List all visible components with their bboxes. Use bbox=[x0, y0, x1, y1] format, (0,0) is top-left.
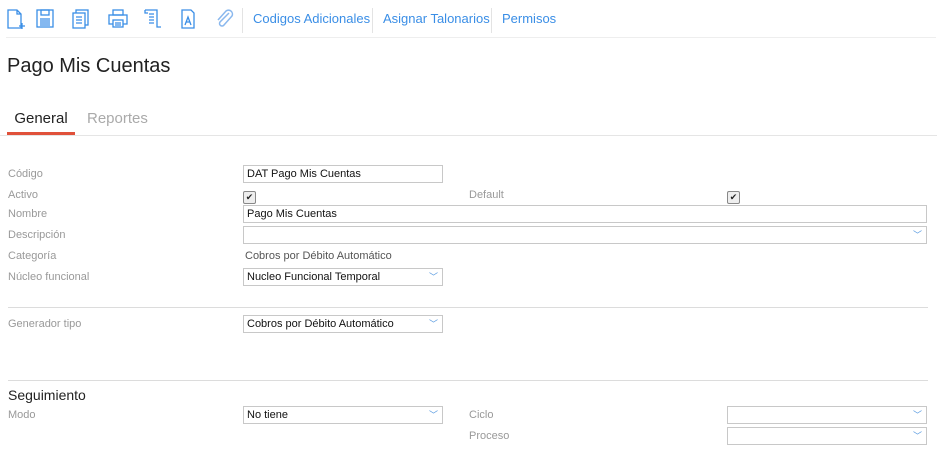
generador-select[interactable]: Cobros por Débito Automático ﹀ bbox=[243, 315, 443, 333]
nombre-label: Nombre bbox=[8, 208, 48, 220]
chevron-down-icon: ﹀ bbox=[912, 410, 922, 420]
generador-label: Generador tipo bbox=[8, 318, 82, 330]
paperclip-icon[interactable] bbox=[214, 8, 236, 30]
default-label: Default bbox=[469, 189, 504, 201]
divider bbox=[372, 8, 373, 33]
descripcion-label: Descripción bbox=[8, 229, 66, 241]
nucleo-label: Núcleo funcional bbox=[8, 271, 90, 283]
page-title: Pago Mis Cuentas bbox=[7, 55, 171, 77]
chevron-down-icon: ﹀ bbox=[428, 410, 438, 420]
ciclo-label: Ciclo bbox=[469, 409, 494, 421]
categoria-label: Categoría bbox=[8, 250, 57, 262]
asignar-talonarios-link[interactable]: Asignar Talonarios bbox=[383, 11, 490, 26]
descripcion-select[interactable]: ﹀ bbox=[243, 226, 927, 244]
modo-select[interactable]: No tiene ﹀ bbox=[243, 406, 443, 424]
codigos-adicionales-link[interactable]: Codigos Adicionales bbox=[253, 11, 370, 26]
chevron-down-icon: ﹀ bbox=[428, 319, 438, 329]
nucleo-select[interactable]: Nucleo Funcional Temporal ﹀ bbox=[243, 268, 443, 286]
generador-value: Cobros por Débito Automático bbox=[247, 318, 394, 330]
categoria-value: Cobros por Débito Automático bbox=[245, 250, 392, 262]
modo-label: Modo bbox=[8, 409, 36, 421]
nucleo-value: Nucleo Funcional Temporal bbox=[247, 271, 381, 283]
codigo-input[interactable]: DAT Pago Mis Cuentas bbox=[243, 165, 443, 183]
tab-general[interactable]: General bbox=[7, 110, 75, 127]
save-icon[interactable] bbox=[35, 8, 57, 30]
new-document-icon[interactable] bbox=[6, 8, 28, 30]
activo-label: Activo bbox=[8, 189, 38, 201]
modo-value: No tiene bbox=[247, 409, 288, 421]
nombre-input[interactable]: Pago Mis Cuentas bbox=[243, 205, 927, 223]
font-document-icon[interactable] bbox=[178, 8, 200, 30]
seguimiento-title: Seguimiento bbox=[8, 387, 86, 403]
activo-checkbox[interactable]: ✔ bbox=[243, 191, 256, 204]
chevron-down-icon: ﹀ bbox=[912, 431, 922, 441]
divider bbox=[491, 8, 492, 33]
scroll-icon[interactable] bbox=[142, 8, 164, 30]
divider bbox=[242, 8, 243, 33]
default-checkbox[interactable]: ✔ bbox=[727, 191, 740, 204]
print-icon[interactable] bbox=[107, 8, 129, 30]
chevron-down-icon: ﹀ bbox=[428, 272, 438, 282]
proceso-label: Proceso bbox=[469, 430, 510, 442]
copy-icon[interactable] bbox=[70, 8, 92, 30]
tab-reportes[interactable]: Reportes bbox=[87, 110, 148, 127]
proceso-select[interactable]: ﹀ bbox=[727, 427, 927, 445]
permisos-link[interactable]: Permisos bbox=[502, 11, 556, 26]
chevron-down-icon: ﹀ bbox=[912, 230, 922, 240]
ciclo-select[interactable]: ﹀ bbox=[727, 406, 927, 424]
codigo-label: Código bbox=[8, 168, 43, 180]
